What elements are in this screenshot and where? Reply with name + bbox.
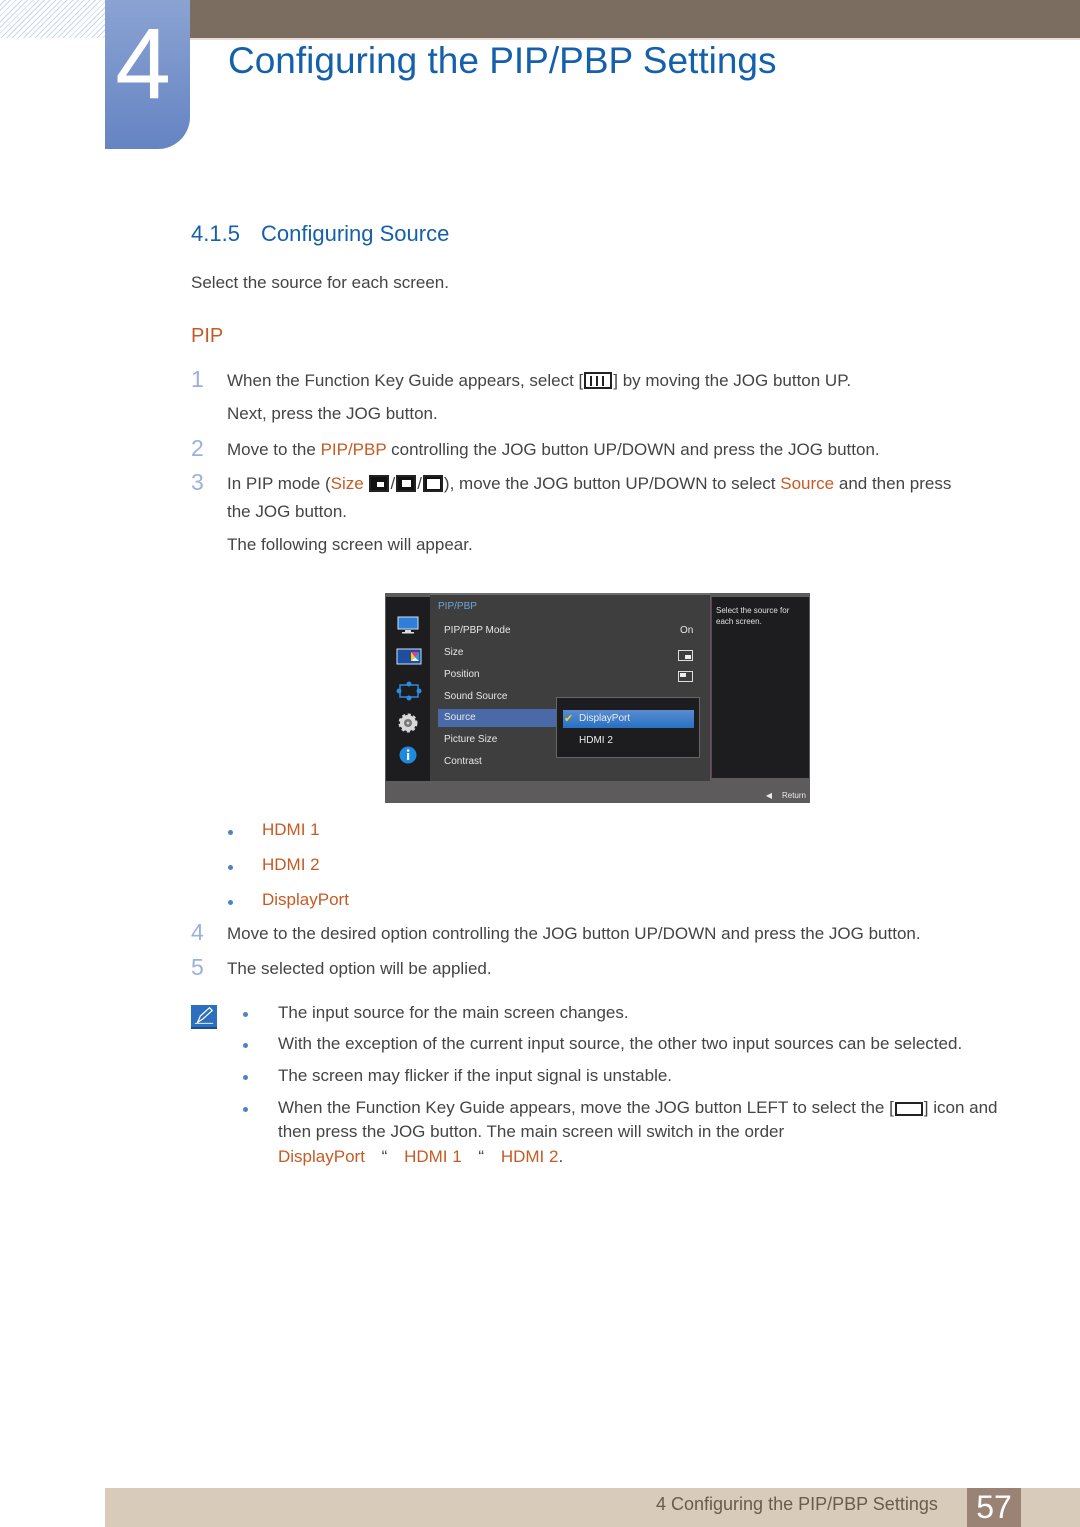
bullet-icon [228,865,233,870]
note-3: The screen may flicker if the input sign… [278,1066,673,1085]
pip-size-small-icon [369,475,390,492]
step-2-text: Move to the PIP/PBP controlling the JOG … [227,440,880,460]
osd-option-displayport[interactable]: DisplayPort [579,713,630,724]
osd-item-picture-size[interactable]: Picture Size [444,734,497,745]
osd-item-pip-pbp-mode[interactable]: PIP/PBP Mode [444,625,511,636]
step-text: controlling the JOG button UP/DOWN and p… [386,440,880,459]
step-1-text: When the Function Key Guide appears, sel… [227,371,851,391]
osd-help-text: Select the source for each screen. [716,606,790,626]
step-text: Move to the [227,440,321,459]
osd-screenshot: PIP/PBP PIP/PBP Mode On Size Position So… [385,593,810,803]
step-5-text: The selected option will be applied. [227,959,492,978]
menu-term-source: Source [780,474,835,493]
order-end: . [558,1147,564,1166]
osd-item-position[interactable]: Position [444,669,480,680]
osd-item-contrast[interactable]: Contrast [444,756,482,767]
osd-value-on: On [680,625,694,636]
check-icon: ✔ [564,713,574,725]
bullet-icon [228,830,233,835]
section-title: Configuring Source [261,221,450,246]
note-4: When the Function Key Guide appears, mov… [278,1098,998,1118]
footer-chapter-label: 4 Configuring the PIP/PBP Settings [656,1494,938,1514]
source-switch-icon [894,1102,923,1116]
step-number: 2 [191,435,204,461]
bullet-icon [243,1043,248,1048]
step-3-line3: The following screen will appear. [227,535,473,554]
bullet-icon [228,900,233,905]
step-3-text: In PIP mode (Size / / ), move the JOG butt… [227,474,951,494]
order-hdmi-1: HDMI 1 [404,1147,462,1166]
section-number: 4.1.5 [191,221,240,246]
order-separator: “ [478,1147,485,1166]
note-text: ] icon and [923,1098,998,1117]
monitor-icon [397,616,419,634]
menu-term-pip-pbp: PIP/PBP [320,440,387,459]
section-intro: Select the source for each screen. [191,273,449,292]
decorative-hatch [0,0,106,38]
order-separator: “ [381,1147,388,1166]
step-text: ] by moving the JOG button UP. [613,371,852,390]
page-number: 57 [967,1488,1021,1527]
step-text: and then press [834,474,952,493]
subsection-title: PIP [191,325,224,347]
left-arrow-icon: ◀ [765,791,772,800]
option-displayport: DisplayPort [262,890,349,909]
step-text: When the Function Key Guide appears, sel… [227,371,584,390]
osd-option-hdmi-2[interactable]: HDMI 2 [579,735,613,746]
note-4-order: DisplayPort “ HDMI 1 “ HDMI 2. [278,1147,563,1167]
step-1-line2: Next, press the JOG button. [227,404,438,423]
pip-position-icon [678,671,693,682]
pip-size-large-icon [422,475,443,492]
pip-size-medium-icon [396,475,417,492]
step-3-line2: the JOG button. [227,502,348,521]
info-icon [399,746,417,764]
menu-icon [584,372,613,389]
menu-term-size: Size [330,474,364,493]
resize-icon [396,681,422,701]
bullet-icon [243,1075,248,1080]
step-number: 5 [191,954,204,980]
osd-item-sound-source[interactable]: Sound Source [444,691,507,702]
order-hdmi-2: HDMI 2 [500,1147,559,1166]
chapter-tab: 4 [105,0,190,149]
osd-item-source[interactable]: Source [444,712,476,723]
pip-size-icon [678,650,693,661]
osd-return-button[interactable]: ◀ Return [766,791,806,800]
top-bar [190,0,1080,38]
order-displayport: DisplayPort [278,1147,365,1166]
note-icon [191,1005,217,1029]
bullet-icon [243,1012,248,1017]
step-text: ), move the JOG button UP/DOWN to select [443,474,781,493]
osd-item-size[interactable]: Size [444,647,463,658]
step-4-text: Move to the desired option controlling t… [227,924,921,943]
step-number: 3 [191,469,204,495]
separator: / [390,474,396,493]
osd-source-submenu: ✔ DisplayPort HDMI 2 [556,697,700,758]
section-heading: 4.1.5 Configuring Source [191,221,449,247]
settings-gear-icon [398,713,418,733]
step-number: 1 [191,366,204,392]
chapter-number: 4 [115,8,171,120]
note-2: With the exception of the current input … [278,1034,963,1053]
return-label: Return [781,791,806,800]
note-4-line2: then press the JOG button. The main scre… [278,1122,785,1141]
option-hdmi-1: HDMI 1 [262,820,320,839]
osd-menu-title: PIP/PBP [438,601,477,612]
color-icon [396,648,422,665]
chapter-title: Configuring the PIP/PBP Settings [228,40,777,81]
option-hdmi-2: HDMI 2 [262,855,320,874]
osd-icon-sidebar [386,597,430,781]
separator: / [417,474,422,493]
note-1: The input source for the main screen cha… [278,1003,629,1022]
note-text: When the Function Key Guide appears, mov… [278,1098,894,1117]
bullet-icon [243,1107,248,1112]
step-text: In PIP mode ( [227,474,331,493]
step-number: 4 [191,919,204,945]
